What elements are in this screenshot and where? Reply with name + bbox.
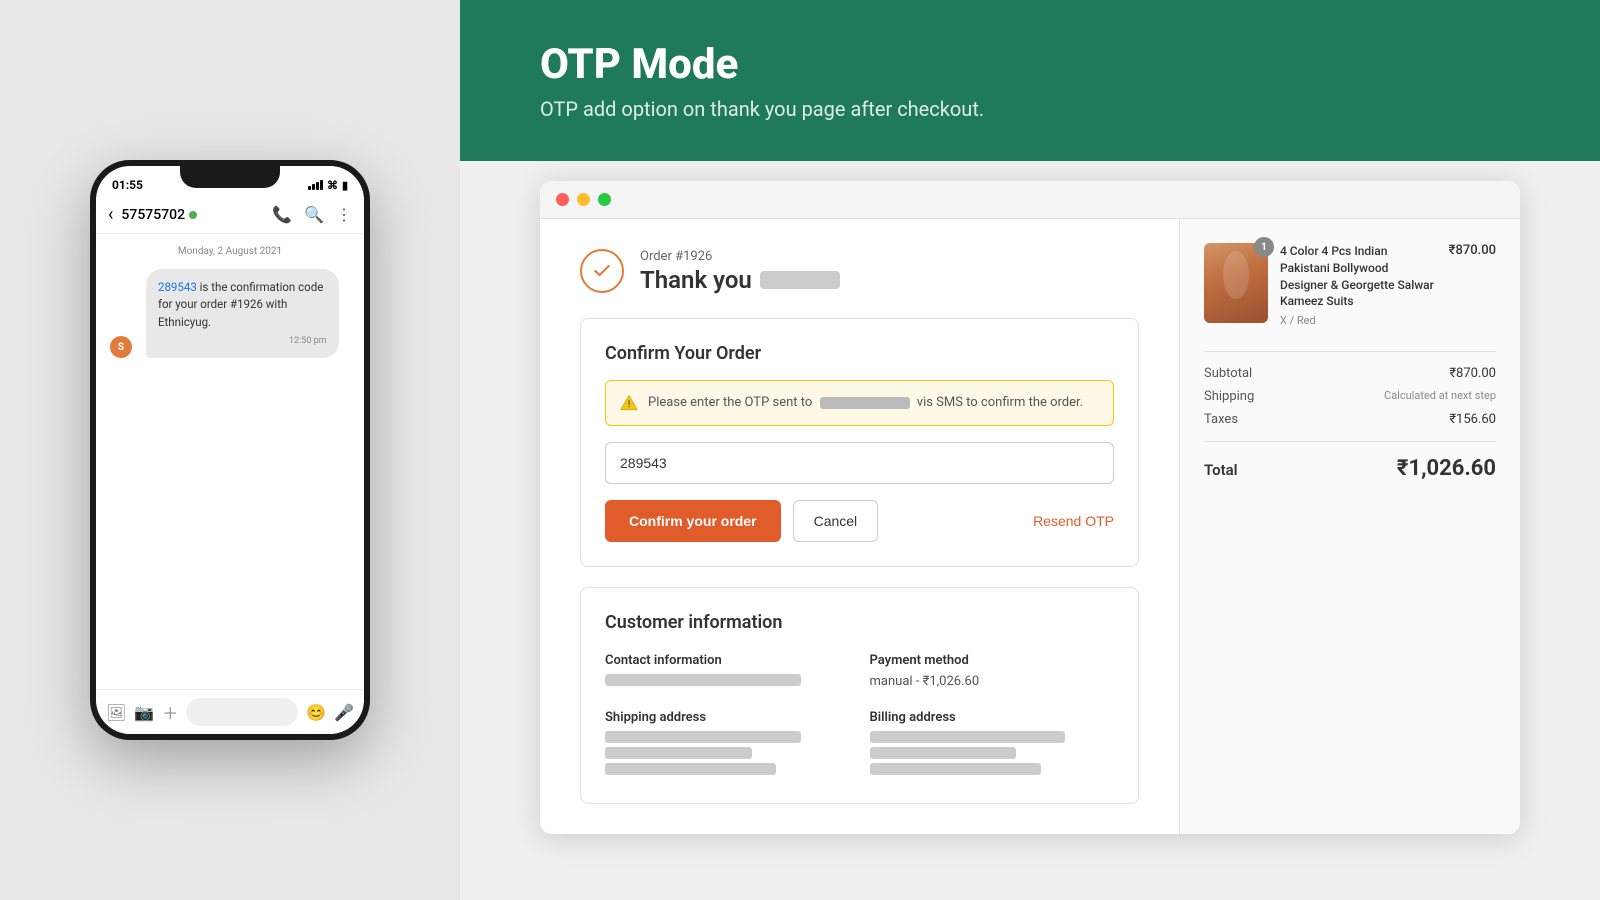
total-row: Total ₹1,026.60 <box>1204 456 1496 481</box>
otp-link[interactable]: 289543 <box>158 280 197 294</box>
sms-action-icons: 📞 🔍 ⋮ <box>272 205 352 224</box>
right-panel: OTP Mode OTP add option on thank you pag… <box>460 0 1600 900</box>
total-value: ₹1,026.60 <box>1397 456 1496 481</box>
more-icon[interactable]: ⋮ <box>336 205 352 224</box>
shipping-label: Shipping address <box>605 710 850 725</box>
shipping-summary-value: Calculated at next step <box>1384 389 1496 404</box>
summary-divider-2 <box>1204 441 1496 442</box>
minimize-button[interactable] <box>577 193 590 206</box>
total-label: Total <box>1204 461 1238 479</box>
otp-warning-box: Please enter the OTP sent to vis SMS to … <box>605 380 1114 426</box>
sender-avatar: S <box>110 336 132 358</box>
contact-label: Contact information <box>605 653 850 668</box>
resend-otp-button[interactable]: Resend OTP <box>1033 513 1114 529</box>
product-variant: X / Red <box>1280 314 1437 327</box>
mic-icon[interactable]: 🎤 <box>334 703 354 722</box>
shipping-summary-label: Shipping <box>1204 389 1254 404</box>
subtotal-label: Subtotal <box>1204 366 1252 381</box>
taxes-value: ₹156.60 <box>1449 412 1496 427</box>
phone-mockup: 01:55 ⌘ ▮ ‹ 57575702 <box>90 160 370 740</box>
thank-you-heading: Thank you <box>640 266 840 294</box>
checkmark-icon <box>592 261 612 281</box>
customer-name-blur <box>760 271 840 289</box>
close-button[interactable] <box>556 193 569 206</box>
checkout-left: Order #1926 Thank you Confirm Your Order <box>540 219 1180 834</box>
left-panel: 01:55 ⌘ ▮ ‹ 57575702 <box>0 0 460 900</box>
status-icons: ⌘ ▮ <box>308 179 348 192</box>
checkmark-circle <box>580 249 624 293</box>
product-quantity-badge: 1 <box>1254 237 1274 257</box>
online-dot <box>189 211 197 219</box>
image-icon[interactable]: 🖼 <box>106 703 126 722</box>
customer-grid: Contact information Payment method manua… <box>605 653 1114 779</box>
back-icon[interactable]: ‹ <box>108 204 113 225</box>
sms-input-bar: 🖼 📷 ＋ 😊 🎤 <box>96 689 364 734</box>
page-header: OTP Mode OTP add option on thank you pag… <box>460 0 1600 161</box>
product-price: ₹870.00 <box>1449 243 1496 331</box>
page-title: OTP Mode <box>540 40 1520 89</box>
browser-window: Order #1926 Thank you Confirm Your Order <box>540 181 1520 834</box>
product-name: 4 Color 4 Pcs Indian Pakistani Bollywood… <box>1280 243 1437 310</box>
phone-screen: 01:55 ⌘ ▮ ‹ 57575702 <box>96 166 364 734</box>
product-row: 1 4 Color 4 Pcs Indian Pakistani Bollywo… <box>1204 243 1496 331</box>
camera-icon[interactable]: 📷 <box>134 703 154 722</box>
payment-section: Payment method manual - ₹1,026.60 <box>870 653 1115 690</box>
maximize-button[interactable] <box>598 193 611 206</box>
sms-timestamp: 12:50 pm <box>158 335 327 349</box>
sms-message-wrapper: S 289543 is the confirmation code for yo… <box>138 269 352 358</box>
summary-divider-1 <box>1204 351 1496 352</box>
order-number: Order #1926 <box>640 249 840 264</box>
signal-icon <box>308 180 323 190</box>
checkout-layout: Order #1926 Thank you Confirm Your Order <box>540 219 1520 834</box>
browser-titlebar <box>540 181 1520 219</box>
sms-body: Monday, 2 August 2021 S 289543 is the co… <box>96 234 364 689</box>
order-header: Order #1926 Thank you <box>580 249 1139 294</box>
subtotal-row: Subtotal ₹870.00 <box>1204 366 1496 381</box>
contact-name: 57575702 <box>121 207 272 223</box>
call-icon[interactable]: 📞 <box>272 205 292 224</box>
battery-icon: ▮ <box>342 179 348 192</box>
taxes-label: Taxes <box>1204 412 1238 427</box>
otp-warning-text: Please enter the OTP sent to vis SMS to … <box>648 393 1083 413</box>
customer-info-title: Customer information <box>605 612 1114 633</box>
otp-card-title: Confirm Your Order <box>605 343 1114 364</box>
sticker-icon[interactable]: 😊 <box>306 703 326 722</box>
wifi-icon: ⌘ <box>327 179 338 192</box>
search-icon[interactable]: 🔍 <box>304 205 324 224</box>
sms-date: Monday, 2 August 2021 <box>108 246 352 257</box>
order-summary-panel: 1 4 Color 4 Pcs Indian Pakistani Bollywo… <box>1180 219 1520 834</box>
phone-number-blur <box>820 397 910 409</box>
page-content: Order #1926 Thank you Confirm Your Order <box>460 161 1600 900</box>
plus-icon[interactable]: ＋ <box>162 700 178 724</box>
taxes-row: Taxes ₹156.60 <box>1204 412 1496 427</box>
shipping-row: Shipping Calculated at next step <box>1204 389 1496 404</box>
status-time: 01:55 <box>112 178 143 192</box>
payment-label: Payment method <box>870 653 1115 668</box>
page-subtitle: OTP add option on thank you page after c… <box>540 97 1520 121</box>
customer-info-card: Customer information Contact information… <box>580 587 1139 804</box>
shipping-section: Shipping address <box>605 710 850 779</box>
cancel-button[interactable]: Cancel <box>793 500 879 542</box>
otp-actions: Confirm your order Cancel Resend OTP <box>605 500 1114 542</box>
warning-icon <box>620 394 638 412</box>
billing-section: Billing address <box>870 710 1115 779</box>
phone-notch <box>180 166 280 188</box>
otp-card: Confirm Your Order Please enter the OTP … <box>580 318 1139 567</box>
otp-input[interactable] <box>605 442 1114 484</box>
contact-info-section: Contact information <box>605 653 850 690</box>
product-details: 4 Color 4 Pcs Indian Pakistani Bollywood… <box>1280 243 1437 331</box>
contact-info: 57575702 <box>121 207 272 223</box>
message-input-field[interactable] <box>186 698 298 726</box>
billing-label: Billing address <box>870 710 1115 725</box>
subtotal-value: ₹870.00 <box>1449 366 1496 381</box>
payment-value: manual - ₹1,026.60 <box>870 674 1115 689</box>
sms-bubble: 289543 is the confirmation code for your… <box>146 269 339 358</box>
contact-email-blur <box>605 674 850 686</box>
confirm-order-button[interactable]: Confirm your order <box>605 500 781 542</box>
product-image-wrapper: 1 <box>1204 243 1268 331</box>
sms-header: ‹ 57575702 📞 🔍 ⋮ <box>96 196 364 234</box>
